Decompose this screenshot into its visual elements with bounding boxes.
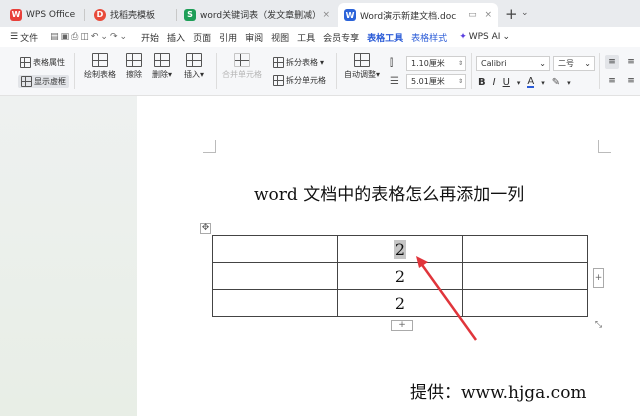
watermark-credit: 提供：www.hjga.com	[410, 383, 587, 403]
annotation-overlay	[416, 256, 478, 341]
red-arrow-shaft	[418, 261, 478, 341]
